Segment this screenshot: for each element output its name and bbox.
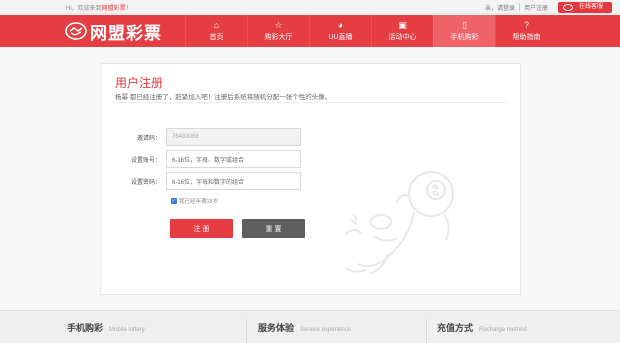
- handshake-icon: [65, 22, 87, 40]
- footer-mobile-subtitle: Mobile lottery: [109, 327, 145, 333]
- nav-item-3[interactable]: ▣ 活动中心: [371, 15, 433, 47]
- account-row: 设置账号： 6-16位，字母、数字或组合: [101, 150, 301, 168]
- footer-recharge-subtitle: Recharge method: [479, 327, 527, 333]
- footer-recharge-title: 充值方式: [437, 323, 474, 333]
- top-bar: Hi，欢迎来到网盟彩票！ 亲，请登录 用户注册 在线客服: [0, 0, 620, 14]
- top-bar-links: 亲，请登录 用户注册 在线客服: [481, 0, 620, 14]
- age-checkbox[interactable]: ✓: [171, 198, 177, 204]
- reset-button[interactable]: 重 置: [242, 219, 305, 238]
- gift-icon: ▣: [398, 20, 407, 30]
- register-subtitle: 杨幂 都已经注册了，赶紧加入吧！注册后系统将随机分配一张个性的头像。: [115, 94, 332, 101]
- login-link[interactable]: 亲，请登录: [481, 3, 519, 12]
- page-title: 用户注册: [115, 76, 164, 90]
- online-service-label: 在线客服: [578, 3, 603, 10]
- main-header: 网盟彩票 ⌂ 首页 ☆ 购彩大厅 ◕ UU直播 ▣ 活动中心 ▯ 手机购彩? 帮助指南: [0, 15, 620, 47]
- nav-item-1[interactable]: ☆ 购彩大厅: [247, 15, 309, 47]
- nav-item-label: 帮助指南: [512, 34, 541, 41]
- cat-icon: ◕: [337, 20, 344, 30]
- site-logo[interactable]: 网盟彩票: [65, 18, 162, 44]
- star-icon: ☆: [274, 20, 283, 30]
- logo-text: 网盟彩票: [90, 23, 162, 43]
- age-agreement: ✓ 我已经年满18岁: [171, 197, 218, 205]
- divider: [113, 102, 508, 103]
- account-label: 设置账号：: [130, 157, 161, 164]
- help-icon: ?: [523, 20, 529, 30]
- footer-col-service: 服务体验 Service experience: [258, 321, 351, 334]
- home-icon: ⌂: [213, 20, 220, 30]
- account-input[interactable]: 6-16位，字母、数字或组合: [166, 150, 301, 168]
- invite-row: 邀请码： 76483068: [101, 128, 301, 146]
- welcome-suffix: ！: [125, 6, 132, 12]
- register-panel: 用户注册 杨幂 都已经注册了，赶紧加入吧！注册后系统将随机分配一张个性的头像。 …: [100, 63, 521, 295]
- footer-service-subtitle: Service experience: [300, 327, 352, 333]
- password-row: 设置密码： 6-16位，字母和数字的组合: [101, 172, 301, 190]
- invite-code-field[interactable]: 76483068: [166, 128, 301, 146]
- welcome-brand-link[interactable]: 网盟彩票: [102, 6, 126, 12]
- footer-col-mobile: 手机购彩 Mobile lottery: [67, 321, 145, 334]
- age-agreement-label: 我已经年满18岁: [179, 199, 219, 205]
- nav-item-label: 手机购彩: [450, 34, 479, 41]
- nav-item-0[interactable]: ⌂ 首页: [185, 15, 247, 47]
- mascot-illustration: [345, 171, 454, 275]
- nav-item-label: 购彩大厅: [264, 34, 293, 41]
- register-button[interactable]: 注 册: [170, 219, 233, 238]
- password-input[interactable]: 6-16位，字母和数字的组合: [166, 172, 301, 190]
- headset-icon: [562, 3, 573, 11]
- nav-item-5[interactable]: ? 帮助指南: [495, 15, 557, 47]
- footer-mobile-title: 手机购彩: [67, 323, 104, 333]
- nav-item-4[interactable]: ▯ 手机购彩: [433, 15, 495, 47]
- divider: [426, 319, 427, 343]
- phone-icon: ▯: [462, 20, 467, 30]
- nav-item-label: 活动中心: [388, 34, 417, 41]
- divider: [246, 319, 247, 343]
- online-service-button[interactable]: 在线客服: [557, 1, 612, 13]
- footer-service-title: 服务体验: [258, 323, 295, 333]
- main-nav: ⌂ 首页 ☆ 购彩大厅 ◕ UU直播 ▣ 活动中心 ▯ 手机购彩? 帮助指南: [185, 15, 557, 47]
- nav-item-2[interactable]: ◕ UU直播: [309, 15, 371, 47]
- password-label: 设置密码：: [130, 179, 161, 186]
- invite-label: 邀请码：: [136, 135, 161, 142]
- footer: 手机购彩 Mobile lottery 服务体验 Service experie…: [0, 310, 620, 343]
- welcome-prefix: Hi，欢迎来到: [66, 6, 102, 12]
- nav-item-label: 首页: [209, 34, 224, 41]
- welcome-text: Hi，欢迎来到网盟彩票！: [66, 3, 132, 12]
- register-link[interactable]: 用户注册: [520, 3, 552, 12]
- footer-col-recharge: 充值方式 Recharge method: [437, 321, 527, 334]
- nav-item-label: UU直播: [328, 34, 353, 41]
